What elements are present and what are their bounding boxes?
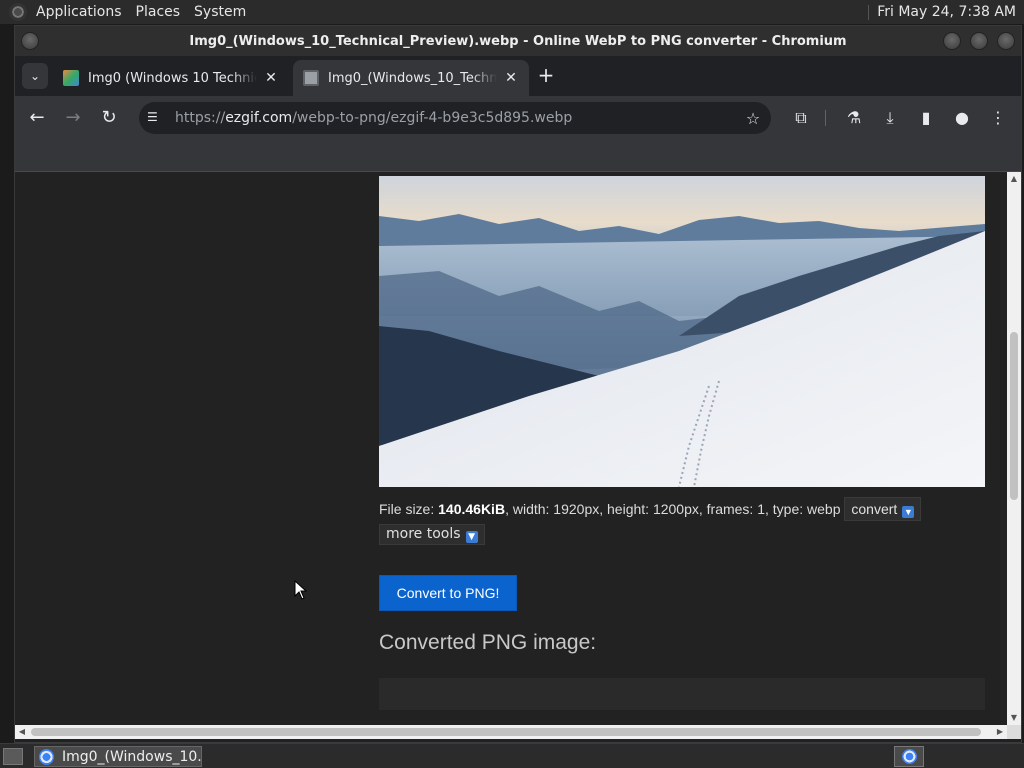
window-title: Img0_(Windows_10_Technical_Preview).webp… xyxy=(189,33,847,49)
show-desktop-icon[interactable] xyxy=(3,748,23,765)
horizontal-scroll-thumb[interactable] xyxy=(31,728,981,736)
minimize-button[interactable] xyxy=(943,32,961,50)
forward-button[interactable]: → xyxy=(61,106,85,130)
menu-applications[interactable]: Applications xyxy=(29,0,129,25)
more-tools-row: more tools ▼ xyxy=(379,523,485,545)
window-menu-icon[interactable] xyxy=(21,32,39,50)
converted-image-area xyxy=(379,678,985,710)
dropdown-arrow-icon: ▼ xyxy=(902,506,915,518)
toolbar-separator xyxy=(825,110,826,126)
new-tab-button[interactable]: + xyxy=(535,65,557,87)
side-panel-icon[interactable]: ▮ xyxy=(916,108,936,128)
arrow-left-icon: ← xyxy=(29,107,45,128)
scroll-up-icon[interactable]: ▲ xyxy=(1007,172,1021,186)
more-tools-dropdown[interactable]: more tools ▼ xyxy=(379,524,485,545)
url-text[interactable]: https://ezgif.com/webp-to-png/ezgif-4-b9… xyxy=(175,110,743,126)
window-titlebar[interactable]: Img0_(Windows_10_Technical_Preview).webp… xyxy=(15,26,1021,56)
maximize-button[interactable] xyxy=(970,32,988,50)
tab-strip: ⌄ Img0 (Windows 10 Technical Preview) ✕ … xyxy=(15,56,1021,96)
tab-1[interactable]: Img0 (Windows 10 Technical Preview) ✕ xyxy=(53,60,289,96)
vertical-scroll-thumb[interactable] xyxy=(1010,332,1018,500)
page-favicon-icon xyxy=(303,70,319,86)
browser-window: Img0_(Windows_10_Technical_Preview).webp… xyxy=(14,25,1022,743)
taskbar-chromium-window[interactable]: Img0_(Windows_10... xyxy=(34,746,202,767)
tab-2-active[interactable]: Img0_(Windows_10_Technical_Preview).webp… xyxy=(293,60,529,96)
page-viewport: File size: 140.46KiB, width: 1920px, hei… xyxy=(15,172,1007,725)
download-icon[interactable]: ⤓ xyxy=(880,108,900,128)
more-tools-label: more tools xyxy=(386,526,461,542)
browser-toolbar: ← → ↻ ☰ https://ezgif.com/webp-to-png/ez… xyxy=(15,96,1021,140)
clock[interactable]: Fri May 24, 7:38 AM xyxy=(868,4,1020,20)
labs-flask-icon[interactable]: ⚗ xyxy=(844,108,864,128)
address-bar[interactable]: ☰ https://ezgif.com/webp-to-png/ezgif-4-… xyxy=(139,102,771,134)
arrow-right-icon: → xyxy=(65,107,81,128)
menu-places[interactable]: Places xyxy=(129,0,188,25)
top-panel: Applications Places System Fri May 24, 7… xyxy=(0,0,1024,25)
file-size-label: File size: xyxy=(379,501,439,517)
tab-2-label: Img0_(Windows_10_Technical_Preview).webp xyxy=(328,70,497,86)
distro-logo-icon[interactable] xyxy=(9,3,27,21)
kebab-menu-icon[interactable]: ⋮ xyxy=(988,108,1008,128)
convert-to-png-button[interactable]: Convert to PNG! xyxy=(379,575,517,611)
url-path: /webp-to-png/ezgif-4-b9e3c5d895.webp xyxy=(292,110,573,126)
tab-1-label: Img0 (Windows 10 Technical Preview) xyxy=(88,70,257,86)
reload-icon: ↻ xyxy=(101,107,117,128)
horizontal-scrollbar[interactable]: ◀ ▶ xyxy=(15,725,1007,739)
tab-search-button[interactable]: ⌄ xyxy=(22,63,48,89)
image-favicon-icon xyxy=(63,70,79,86)
file-metadata: , width: 1920px, height: 1200px, frames:… xyxy=(505,501,841,517)
bookmark-star-icon[interactable]: ☆ xyxy=(743,109,763,128)
scrollbar-corner xyxy=(1007,725,1021,739)
vertical-scrollbar[interactable]: ▲ ▼ xyxy=(1007,172,1021,725)
scroll-left-icon[interactable]: ◀ xyxy=(15,725,29,739)
bottom-taskbar: Img0_(Windows_10... xyxy=(0,743,1024,768)
dropdown-arrow-icon: ▼ xyxy=(465,531,478,543)
converted-heading: Converted PNG image: xyxy=(379,631,597,654)
close-window-button[interactable] xyxy=(997,32,1015,50)
close-icon[interactable]: ✕ xyxy=(263,70,279,86)
extensions-icon[interactable]: ⧉ xyxy=(791,108,811,128)
mouse-cursor-icon xyxy=(294,580,308,600)
file-size-value: 140.46KiB xyxy=(438,501,506,517)
profile-avatar-icon[interactable]: ● xyxy=(952,108,972,128)
preview-image xyxy=(379,176,985,487)
chromium-icon xyxy=(39,748,54,765)
url-host: ezgif.com xyxy=(225,110,293,126)
back-button[interactable]: ← xyxy=(25,106,49,130)
scroll-right-icon[interactable]: ▶ xyxy=(993,725,1007,739)
scroll-down-icon[interactable]: ▼ xyxy=(1007,711,1021,725)
mountain-landscape-image xyxy=(379,176,985,487)
convert-dropdown[interactable]: convert ▼ xyxy=(844,497,922,521)
plus-icon: + xyxy=(537,63,555,87)
window-controls xyxy=(943,32,1015,50)
url-scheme: https:// xyxy=(175,110,226,126)
taskbar-item-label: Img0_(Windows_10... xyxy=(61,748,201,765)
chevron-down-icon: ⌄ xyxy=(29,69,41,83)
site-info-icon[interactable]: ☰ xyxy=(147,110,163,126)
chromium-icon xyxy=(901,749,917,764)
close-icon[interactable]: ✕ xyxy=(503,70,519,86)
convert-chip-label: convert xyxy=(851,501,898,517)
reload-button[interactable]: ↻ xyxy=(97,106,121,130)
file-info: File size: 140.46KiB, width: 1920px, hei… xyxy=(379,497,989,521)
tray-chromium-button[interactable] xyxy=(894,746,924,767)
menu-system[interactable]: System xyxy=(187,0,253,25)
bookmarks-bar xyxy=(15,140,1021,172)
